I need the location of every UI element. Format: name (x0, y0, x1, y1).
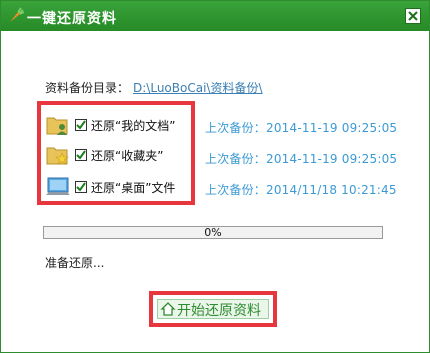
favorites-folder-icon (46, 147, 69, 165)
restore-options-highlight: 还原“我的文档” 还原“收藏夹” 还原“桌面”文件 (37, 101, 195, 205)
close-button[interactable] (405, 8, 421, 24)
window-title: 一键还原资料 (27, 11, 117, 27)
restore-option-label: 还原“收藏夹” (91, 149, 164, 163)
backup-directory: 资料备份目录： D:\LuoBoCai\资料备份\ (45, 79, 263, 96)
desktop-icon (46, 177, 70, 195)
last-backup-desktop: 上次备份：2014/11/18 10:21:45 (205, 183, 397, 197)
check-icon (76, 150, 86, 160)
restore-progress-bar: 0% (43, 226, 383, 239)
backup-directory-label: 资料备份目录： (45, 81, 130, 95)
title-bar: 一键还原资料 (1, 1, 429, 31)
backup-directory-link[interactable]: D:\LuoBoCai\资料备份\ (133, 81, 262, 95)
carrot-icon (10, 7, 25, 22)
close-icon (408, 11, 418, 21)
start-restore-button[interactable]: 开始还原资料 (157, 299, 269, 319)
progress-percent: 0% (204, 226, 222, 239)
start-button-highlight: 开始还原资料 (149, 291, 277, 327)
status-text: 准备还原... (45, 256, 105, 270)
checkbox-desktop[interactable] (75, 181, 87, 193)
checkbox-favorites[interactable] (75, 149, 87, 161)
check-icon (76, 182, 86, 192)
restore-option-label: 还原“桌面”文件 (91, 181, 176, 195)
restore-window: 一键还原资料 资料备份目录： D:\LuoBoCai\资料备份\ 还原“我的文档” (0, 0, 430, 353)
checkbox-my-documents[interactable] (75, 119, 87, 131)
last-backup-my-documents: 上次备份：2014-11-19 09:25:05 (205, 121, 398, 135)
house-icon (160, 302, 176, 316)
restore-option-label: 还原“我的文档” (91, 119, 176, 133)
last-backup-favorites: 上次备份：2014-11-19 09:25:05 (205, 152, 398, 166)
check-icon (76, 120, 86, 130)
start-restore-label: 开始还原资料 (177, 303, 261, 319)
user-folder-icon (46, 117, 68, 135)
